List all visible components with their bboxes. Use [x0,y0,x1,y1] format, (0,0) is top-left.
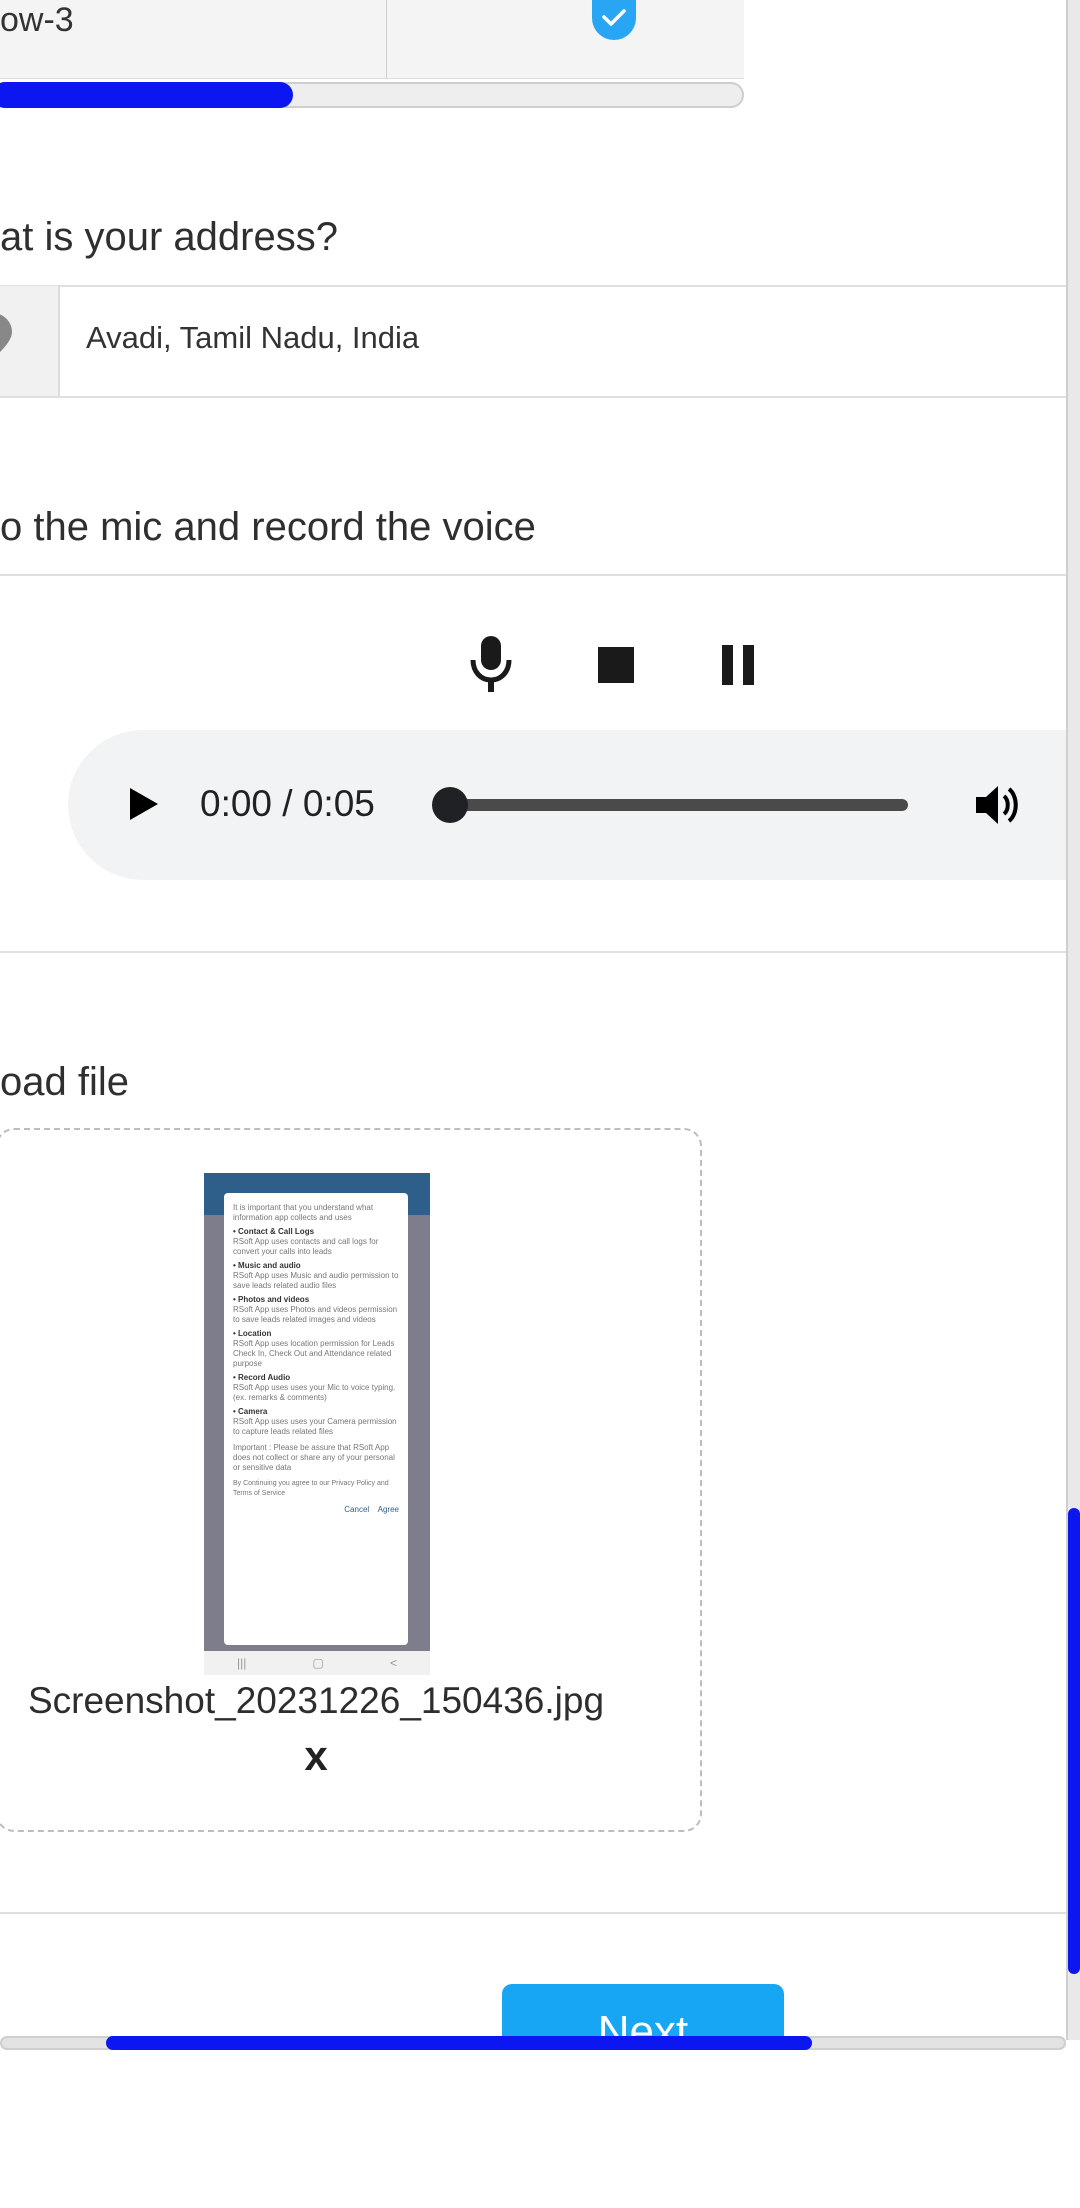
thumbnail-agree: Agree [377,1505,399,1514]
remove-file-button[interactable]: x [0,1732,632,1780]
thumbnail-section-text: RSoft App uses Music and audio permissio… [233,1271,399,1290]
thumbnail-section-title: • Record Audio [233,1373,291,1382]
divider [0,285,1068,287]
thumbnail-section-title: • Contact & Call Logs [233,1227,315,1236]
back-icon: < [389,1656,397,1670]
thumbnail-section-title: • Location [233,1329,272,1338]
upload-question-label: oad file [0,1060,129,1104]
play-button[interactable] [124,782,164,826]
grid-cell-divider [386,0,387,78]
microphone-icon [470,636,512,692]
thumbnail-section-title: • Camera [233,1407,268,1416]
thumbnail-intro: It is important that you understand what… [233,1203,374,1222]
play-icon [130,788,158,820]
grid-scroll-thumb[interactable] [0,82,293,108]
uploaded-file-name: Screenshot_20231226_150436.jpg [27,1680,605,1721]
address-field[interactable]: Avadi, Tamil Nadu, India [86,320,419,356]
stop-icon [598,647,634,683]
thumbnail-section-text: RSoft App uses location permission for L… [233,1339,395,1368]
address-question-label: at is your address? [0,215,338,259]
audio-seek-thumb[interactable] [432,787,468,823]
mic-button[interactable] [466,634,516,699]
volume-button[interactable] [974,782,1024,828]
address-icon-cell [0,286,60,396]
pause-icon [722,645,754,685]
voice-question-label: o the mic and record the voice [0,505,536,549]
stop-button[interactable] [598,647,634,688]
thumbnail-section-title: • Music and audio [233,1261,301,1270]
pause-button[interactable] [720,645,756,690]
thumbnail-section-text: RSoft App uses Photos and videos permiss… [233,1305,398,1324]
divider [0,574,1068,576]
thumbnail-section-text: RSoft App uses uses your Camera permissi… [233,1417,397,1436]
thumbnail-dialog: It is important that you understand what… [224,1193,408,1645]
thumbnail-nav-bar: ||| ▢ < [204,1651,430,1675]
vertical-scrollbar-thumb[interactable] [1068,1508,1080,1974]
thumbnail-section-title: • Photos and videos [233,1295,310,1304]
uploaded-image-thumbnail[interactable]: It is important that you understand what… [204,1173,430,1675]
thumbnail-important: Important : Please be assure that RSoft … [233,1443,395,1472]
audio-seek-bar[interactable] [450,799,908,811]
grid-row-label: ow-3 [0,1,74,39]
location-pin-icon [0,314,12,353]
thumbnail-section-text: RSoft App uses uses your Mic to voice ty… [233,1383,396,1402]
volume-icon [976,786,1018,824]
horizontal-scrollbar-thumb[interactable] [106,2036,812,2050]
check-icon [602,9,626,26]
divider [0,1912,1068,1914]
recents-icon: ||| [237,1656,247,1670]
divider [0,396,1068,398]
audio-time: 0:00 / 0:05 [200,783,375,824]
thumbnail-consent: By Continuing you agree to our Privacy P… [233,1480,389,1497]
thumbnail-section-text: RSoft App uses contacts and call logs fo… [233,1237,379,1256]
thumbnail-cancel: Cancel [344,1505,370,1514]
home-icon: ▢ [312,1656,324,1670]
next-button[interactable]: Next [502,1984,784,2044]
divider [0,951,1068,953]
